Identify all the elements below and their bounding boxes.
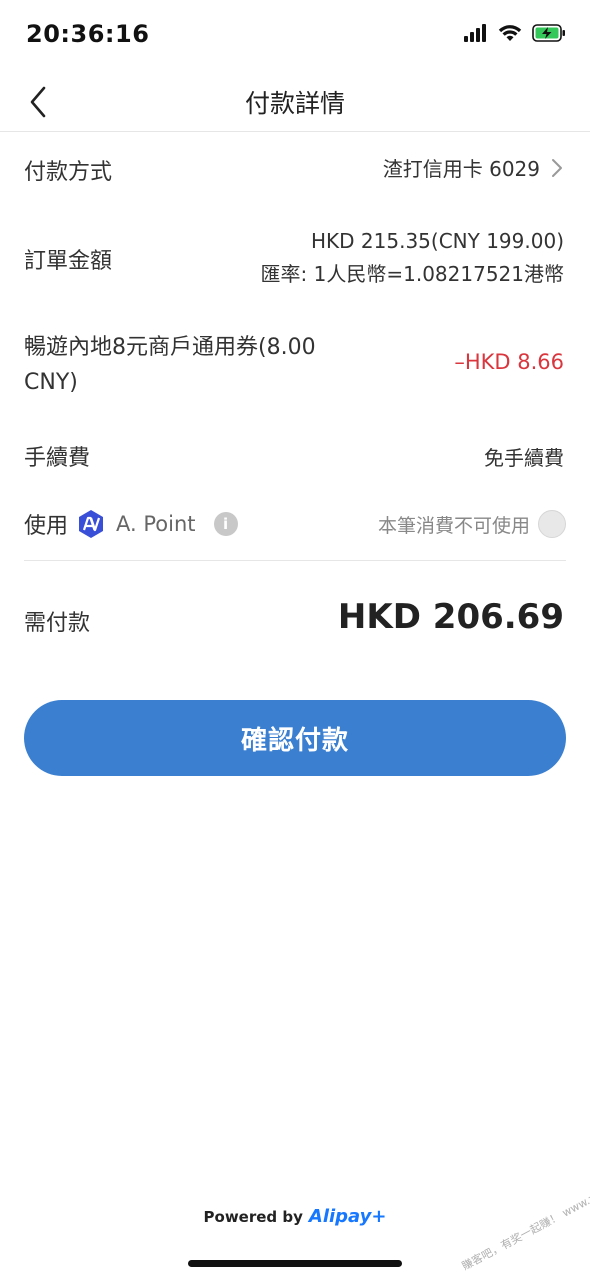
confirm-payment-button[interactable]: 確認付款 (24, 700, 566, 776)
apoint-name: A. Point (116, 512, 196, 536)
fee-label: 手續費 (24, 446, 91, 471)
coupon-discount-value: –HKD 8.66 (454, 350, 564, 374)
total-label: 需付款 (24, 611, 91, 636)
home-indicator[interactable] (188, 1260, 402, 1267)
apoint-note-text: 本筆消費不可使用 (377, 514, 530, 537)
fee-value: 免手續費 (484, 446, 564, 470)
order-amount-value: HKD 215.35(CNY 199.00) 匯率: 1人民幣=1.082175… (261, 225, 564, 291)
page-title: 付款詳情 (244, 89, 345, 118)
alipay-plus-logo: Alipay+ (308, 1206, 387, 1227)
powered-by: Powered by Alipay+ (0, 1206, 590, 1227)
payment-method-selector[interactable]: 渣打信用卡 6029 (383, 153, 564, 182)
cellular-signal-icon (464, 24, 486, 42)
payment-method-value: 渣打信用卡 6029 (382, 157, 540, 181)
battery-charging-icon (532, 24, 565, 42)
divider (24, 560, 566, 561)
apoint-toggle[interactable] (538, 510, 566, 538)
status-icons (464, 24, 566, 42)
status-bar: 20:36:16 (0, 0, 590, 70)
payment-method-label: 付款方式 (24, 160, 113, 185)
apoint-unavailable-note: 本筆消費不可使用 (378, 510, 566, 538)
order-amount-hkd-cny: HKD 215.35(CNY 199.00) (311, 229, 564, 253)
status-time: 20:36:16 (26, 20, 150, 48)
info-icon[interactable]: i (213, 512, 238, 536)
nav-bar: 付款詳情 (0, 70, 590, 132)
wifi-icon (498, 25, 522, 41)
apoint-logo-icon (79, 510, 104, 538)
apoint-use-label: 使用 (24, 514, 69, 539)
exchange-rate: 匯率: 1人民幣=1.08217521港幣 (260, 262, 564, 286)
apoint-row: 使用 A. Point i (24, 508, 238, 540)
chevron-right-icon (552, 158, 562, 177)
powered-by-text: Powered by (203, 1207, 303, 1226)
coupon-name: 暢遊內地8元商戶通用券(8.00 CNY) (24, 335, 316, 395)
total-value: HKD 206.69 (337, 597, 564, 637)
order-amount-label: 訂單金額 (24, 249, 113, 274)
